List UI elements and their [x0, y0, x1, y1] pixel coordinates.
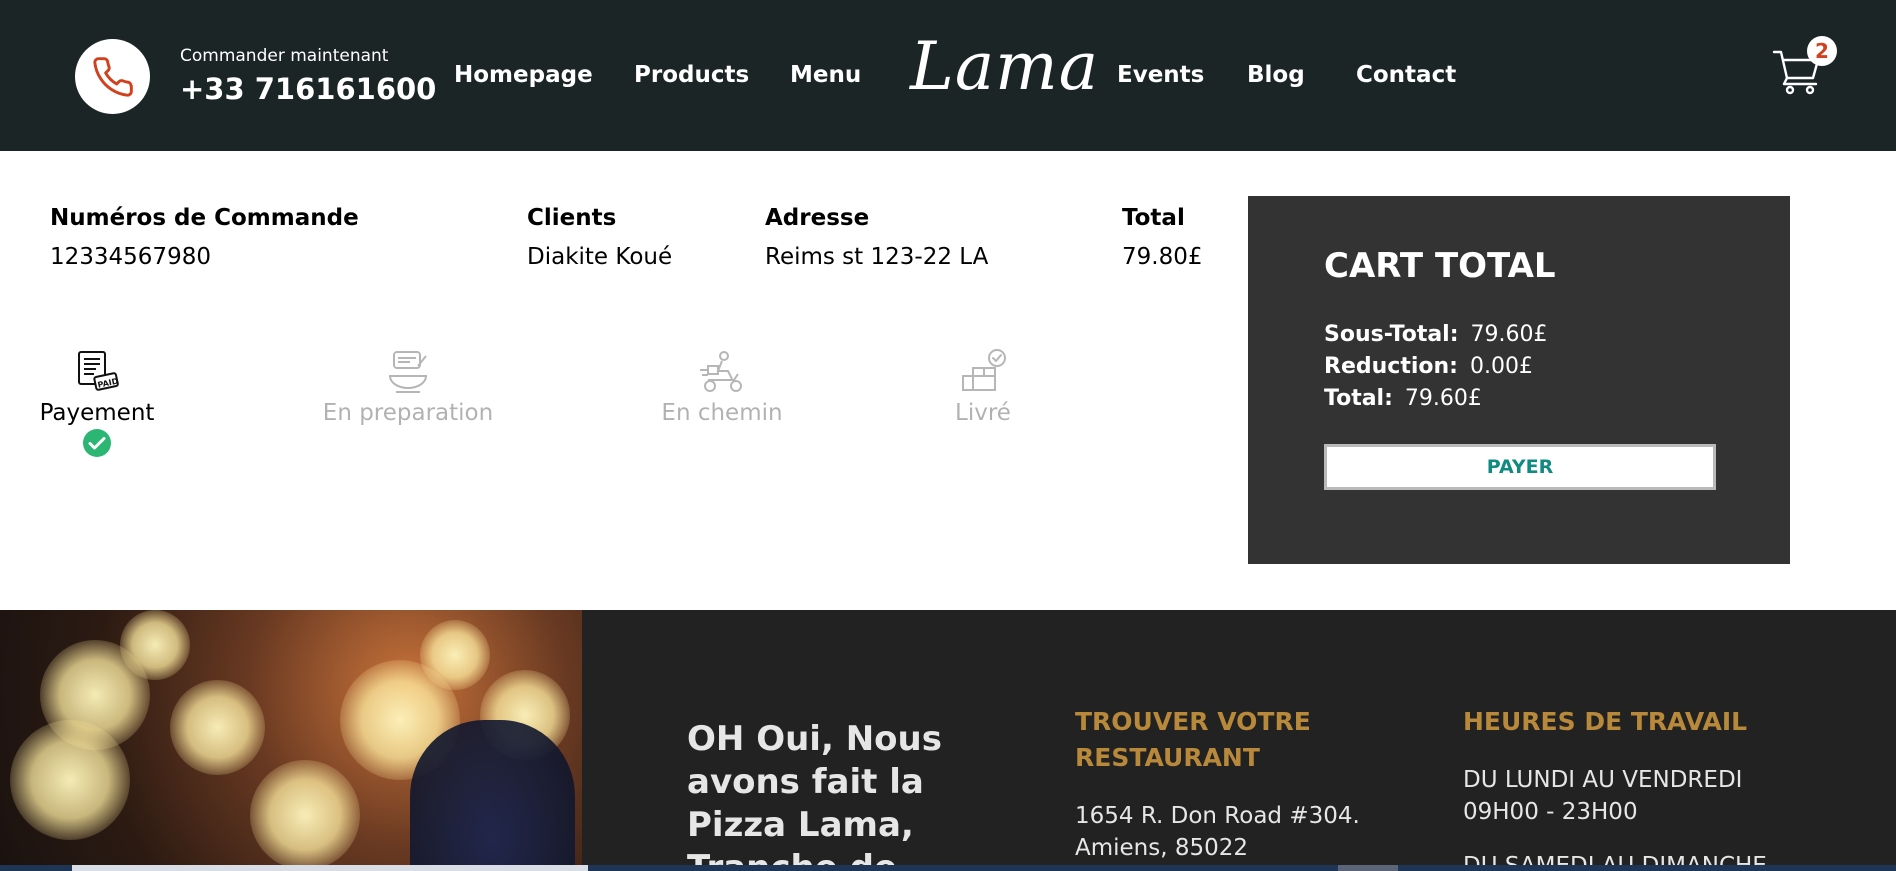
nav-homepage[interactable]: Homepage [454, 62, 593, 88]
cart-total-value: 79.60£ [1404, 386, 1482, 411]
phone-number[interactable]: +33 716161600 [180, 72, 436, 106]
address-value: Reims st 123-22 LA [765, 244, 989, 270]
cooking-bowl-icon [388, 351, 428, 393]
nav-events[interactable]: Events [1117, 62, 1204, 88]
step-preparation-label: En preparation [322, 400, 494, 426]
phone-icon [92, 56, 133, 97]
footer-bokeh-photo [0, 610, 582, 871]
nav-contact[interactable]: Contact [1356, 62, 1456, 88]
discount-label: Reduction: [1324, 354, 1458, 379]
cart-total-panel: CART TOTAL Sous-Total: 79.60£ Reduction: 0… [1248, 196, 1790, 564]
step-on-the-way: En chemin [602, 348, 842, 426]
step-delivered-label: Livré [955, 400, 1011, 426]
cart-count-badge: 2 [1807, 36, 1837, 66]
hours-weekdays-time: 09H00 - 23H00 [1463, 799, 1638, 825]
site-header: Commander maintenant +33 716161600 Homep… [0, 0, 1896, 151]
total-row: Total: 79.60£ [1324, 386, 1482, 411]
site-logo[interactable]: Lama [910, 28, 1099, 105]
check-circle-icon [83, 429, 111, 457]
discount-row: Reduction: 0.00£ [1324, 354, 1533, 379]
client-value: Diakite Koué [527, 244, 673, 270]
pay-button[interactable]: PAYER [1324, 444, 1716, 490]
phone-button[interactable] [75, 39, 150, 114]
order-id-value: 12334567980 [50, 244, 211, 270]
cart-total-title: CART TOTAL [1324, 246, 1556, 286]
hours-heading: HEURES DE TRAVAIL [1463, 707, 1748, 736]
step-delivered: Livré [863, 348, 1103, 426]
address-header: Adresse [765, 205, 870, 231]
delivered-package-icon [962, 349, 1006, 391]
total-header: Total [1122, 205, 1185, 231]
step-payment-label: Payement [39, 400, 155, 426]
subtotal-value: 79.60£ [1470, 322, 1548, 347]
order-now-label: Commander maintenant [180, 46, 389, 66]
subtotal-label: Sous-Total: [1324, 322, 1459, 347]
total-value: 79.80£ [1122, 244, 1203, 270]
step-on-the-way-label: En chemin [661, 400, 783, 426]
cart-total-label: Total: [1324, 386, 1393, 411]
nav-blog[interactable]: Blog [1247, 62, 1305, 88]
site-footer: OH Oui, Nous avons fait la Pizza Lama, T… [0, 610, 1896, 871]
restaurant-heading: TROUVER VOTRE RESTAURANT [1075, 707, 1311, 772]
footer-slogan: OH Oui, Nous avons fait la Pizza Lama, T… [687, 719, 942, 871]
restaurant-address-line2: Amiens, 85022 [1075, 835, 1249, 861]
discount-value: 0.00£ [1469, 354, 1533, 379]
hours-weekdays: DU LUNDI AU VENDREDI [1463, 767, 1743, 793]
bottom-bar-segment-2 [1338, 865, 1398, 871]
subtotal-row: Sous-Total: 79.60£ [1324, 322, 1548, 347]
client-header: Clients [527, 205, 617, 231]
nav-products[interactable]: Products [634, 62, 749, 88]
step-preparation: En preparation [288, 348, 528, 426]
page: Commander maintenant +33 716161600 Homep… [0, 0, 1896, 871]
nav-menu[interactable]: Menu [790, 62, 861, 88]
paid-invoice-icon: PAID [78, 351, 119, 391]
order-id-header: Numéros de Commande [50, 205, 359, 231]
delivery-scooter-icon [700, 351, 742, 392]
restaurant-address-line1: 1654 R. Don Road #304. [1075, 803, 1360, 829]
bottom-bar-segment [72, 865, 588, 871]
step-payment: PAID Payement [0, 348, 217, 458]
